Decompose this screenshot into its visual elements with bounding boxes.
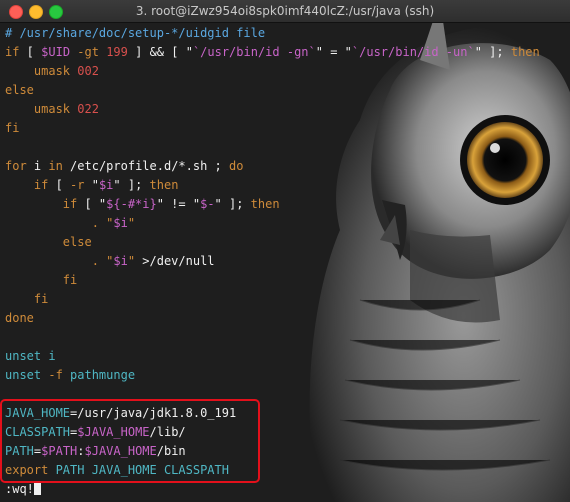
code-token: do <box>229 159 244 173</box>
title-bar: 3. root@iZwz954oi8spk0imf440lcZ:/usr/jav… <box>0 0 570 23</box>
code-line: umask 002 <box>5 62 540 81</box>
code-token: for <box>5 159 27 173</box>
code-token: # /usr/share/doc/setup-*/uidgid file <box>5 26 266 40</box>
code-token: `/usr/bin/id -un` <box>351 45 475 59</box>
code-token: . " <box>5 254 114 268</box>
code-line: else <box>5 81 540 100</box>
code-line: fi <box>5 290 540 309</box>
code-token: done <box>5 311 34 325</box>
code-token: $i <box>113 216 128 230</box>
code-token: /etc/profile.d/*.sh ; <box>62 159 229 173</box>
code-token: then <box>149 178 179 192</box>
code-line: unset i <box>5 347 540 366</box>
code-line: . "$i" <box>5 214 540 233</box>
code-token: [ " <box>164 45 193 59</box>
code-token: then <box>510 45 540 59</box>
code-token: " != " <box>156 197 201 211</box>
window-title: 3. root@iZwz954oi8spk0imf440lcZ:/usr/jav… <box>135 4 435 18</box>
code-line: for i in /etc/profile.d/*.sh ; do <box>5 157 540 176</box>
code-token: `/usr/bin/id -gn` <box>192 45 316 59</box>
code-token: [ <box>19 45 42 59</box>
code-token: " ]; <box>113 178 150 192</box>
code-line: . "$i" >/dev/null <box>5 252 540 271</box>
code-token: " <box>127 254 143 268</box>
code-token: in <box>48 159 63 173</box>
code-token: 199 <box>106 45 128 59</box>
code-line: unset -f pathmunge <box>5 366 540 385</box>
code-line: else <box>5 233 540 252</box>
code-token: 002 <box>77 64 99 78</box>
code-token: fi <box>5 273 78 287</box>
code-token: ] <box>127 45 150 59</box>
code-token: fi <box>5 292 49 306</box>
code-token: -f <box>48 368 63 382</box>
code-line: done <box>5 309 540 328</box>
code-token: >/dev/null <box>142 254 215 268</box>
code-token: " <box>84 178 99 192</box>
code-token: fi <box>5 121 20 135</box>
terminal-content[interactable]: # /usr/share/doc/setup-*/uidgid file if [… <box>0 23 570 502</box>
code-token: . " <box>5 216 114 230</box>
code-token: else <box>5 83 34 97</box>
code-token: unset <box>5 368 49 382</box>
code-line: if [ "${-#*i}" != "$-" ]; then <box>5 195 540 214</box>
code-token: pathmunge <box>62 368 136 382</box>
code-token: i <box>48 349 56 363</box>
terminal-window: 3. root@iZwz954oi8spk0imf440lcZ:/usr/jav… <box>0 0 570 502</box>
code-token: if <box>5 45 20 59</box>
code-line: fi <box>5 119 540 138</box>
highlight-box <box>0 399 260 483</box>
code-token: unset <box>5 349 49 363</box>
code-line: umask 022 <box>5 100 540 119</box>
code-token: [ " <box>77 197 107 211</box>
code-token: umask <box>5 102 78 116</box>
code-line: if [ -r "$i" ]; then <box>5 176 540 195</box>
code-token: else <box>5 235 92 249</box>
code-token: $- <box>200 197 215 211</box>
code-token: && <box>149 45 165 59</box>
code-token: ${-#*i} <box>106 197 157 211</box>
code-token: " <box>127 216 136 230</box>
code-token: -gt <box>77 45 99 59</box>
code-token: i <box>26 159 49 173</box>
code-token: " ]; <box>214 197 251 211</box>
code-line: if [ $UID -gt 199 ] && [ "`/usr/bin/id -… <box>5 43 540 62</box>
code-token: -r <box>70 178 85 192</box>
text-cursor <box>33 481 41 495</box>
code-token: " ]; <box>474 45 511 59</box>
code-token: umask <box>5 64 78 78</box>
code-token: [ <box>48 178 71 192</box>
code-token: :wq! <box>5 482 34 496</box>
code-token: if <box>5 178 49 192</box>
code-token: $UID <box>41 45 71 59</box>
code-line: # /usr/share/doc/setup-*/uidgid file <box>5 24 540 43</box>
code-token: $i <box>113 254 128 268</box>
code-token: if <box>5 197 78 211</box>
code-token: then <box>250 197 280 211</box>
code-line: fi <box>5 271 540 290</box>
code-token: 022 <box>77 102 99 116</box>
code-token: " = " <box>315 45 352 59</box>
code-token: $i <box>98 178 114 192</box>
